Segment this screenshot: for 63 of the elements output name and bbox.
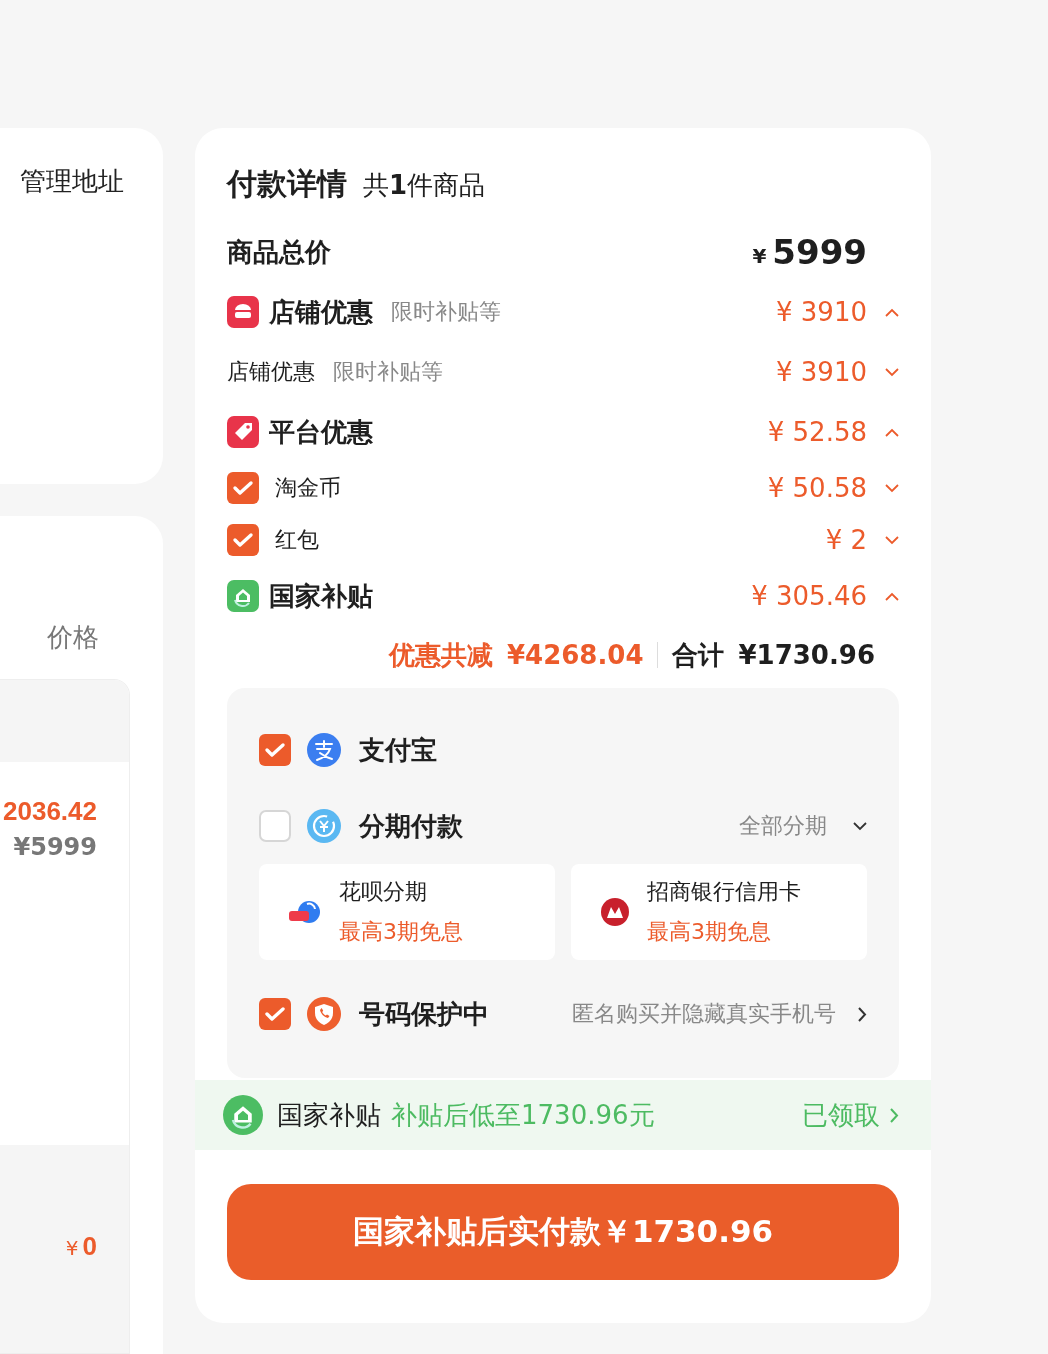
card-title: 付款详情 (227, 165, 347, 203)
line-note: 限时补贴等 (333, 358, 443, 386)
line-label: 商品总价 (227, 235, 331, 269)
line-label: 国家补贴 (269, 579, 373, 613)
installment-icon (307, 809, 341, 843)
checkbox[interactable] (259, 810, 291, 842)
line-label: 店铺优惠 (227, 358, 315, 386)
item-count: 共1件商品 (363, 169, 486, 202)
bank-icon (601, 898, 629, 926)
line-amount: ¥ 50.58 (767, 473, 867, 503)
house-arrows-icon (227, 580, 259, 612)
checkbox[interactable] (259, 734, 291, 766)
checkbox[interactable] (227, 472, 259, 504)
checkbox[interactable] (259, 998, 291, 1030)
installment-plan-card[interactable]: 招商银行信用卡 最高3期免息 (571, 864, 867, 960)
discount-label: 优惠共减 (388, 638, 493, 672)
manage-address-link[interactable]: 管理地址 (20, 166, 124, 196)
payment-method-label: 支付宝 (359, 733, 437, 767)
caret-down-icon[interactable] (853, 821, 867, 831)
plan-offer: 最高3期免息 (339, 918, 463, 946)
line-amount: ¥ 52.58 (767, 417, 867, 447)
payment-method-label: 号码保护中 (359, 997, 489, 1031)
house-arrows-icon (223, 1095, 263, 1135)
subsidy-note: 补贴后低至1730.96元 (391, 1098, 655, 1132)
payment-icon (307, 733, 341, 767)
currency-symbol: ¥ (65, 1236, 79, 1260)
original-price: ¥5999 (13, 833, 97, 861)
caret-up-icon[interactable] (885, 427, 899, 437)
claimed-link[interactable]: 已领取 (802, 1097, 899, 1133)
footer-price: 0 (82, 1231, 97, 1262)
caret-up-icon[interactable] (885, 307, 899, 317)
privacy-note[interactable]: 匿名购买并隐藏真实手机号 (572, 999, 836, 1029)
chevron-right-icon (858, 1006, 867, 1022)
line-label: 店铺优惠 (269, 295, 373, 329)
tag-icon (227, 416, 259, 448)
line-amount: ¥ 3910 (776, 297, 867, 327)
column-header: 价格 (47, 621, 99, 654)
discount-amount: ¥4268.04 (506, 640, 644, 670)
subsidy-label: 国家补贴 (277, 1098, 381, 1132)
line-note: 限时补贴等 (391, 298, 501, 326)
installment-plan-card[interactable]: 花呗分期 最高3期免息 (259, 864, 555, 960)
payment-method-label: 分期付款 (359, 809, 463, 843)
item-price: 2036.42 (3, 796, 97, 827)
installment-option[interactable]: 全部分期 (739, 811, 827, 841)
plan-name: 花呗分期 (339, 878, 428, 906)
line-amount: ¥ 3910 (776, 357, 867, 387)
total-label: 合计 (672, 638, 725, 672)
total-amount: ¥1730.96 (738, 640, 875, 670)
pay-button[interactable]: 国家补贴后实付款￥1730.96 (227, 1184, 899, 1280)
line-amount: ¥ 305.46 (751, 581, 867, 611)
shield-phone-icon (307, 997, 341, 1031)
line-label: 平台优惠 (269, 415, 373, 449)
plan-offer: 最高3期免息 (647, 918, 772, 946)
chevron-right-icon (890, 1107, 899, 1123)
line-label: 红包 (275, 526, 319, 554)
caret-up-icon[interactable] (885, 591, 899, 601)
plan-name: 招商银行信用卡 (647, 878, 801, 906)
total-price: 5999 (772, 232, 867, 272)
line-amount: ¥ 2 (825, 525, 867, 555)
shop-icon (227, 296, 259, 328)
currency-symbol: ¥ (752, 244, 767, 268)
checkbox[interactable] (227, 524, 259, 556)
line-label: 淘金币 (275, 474, 341, 502)
